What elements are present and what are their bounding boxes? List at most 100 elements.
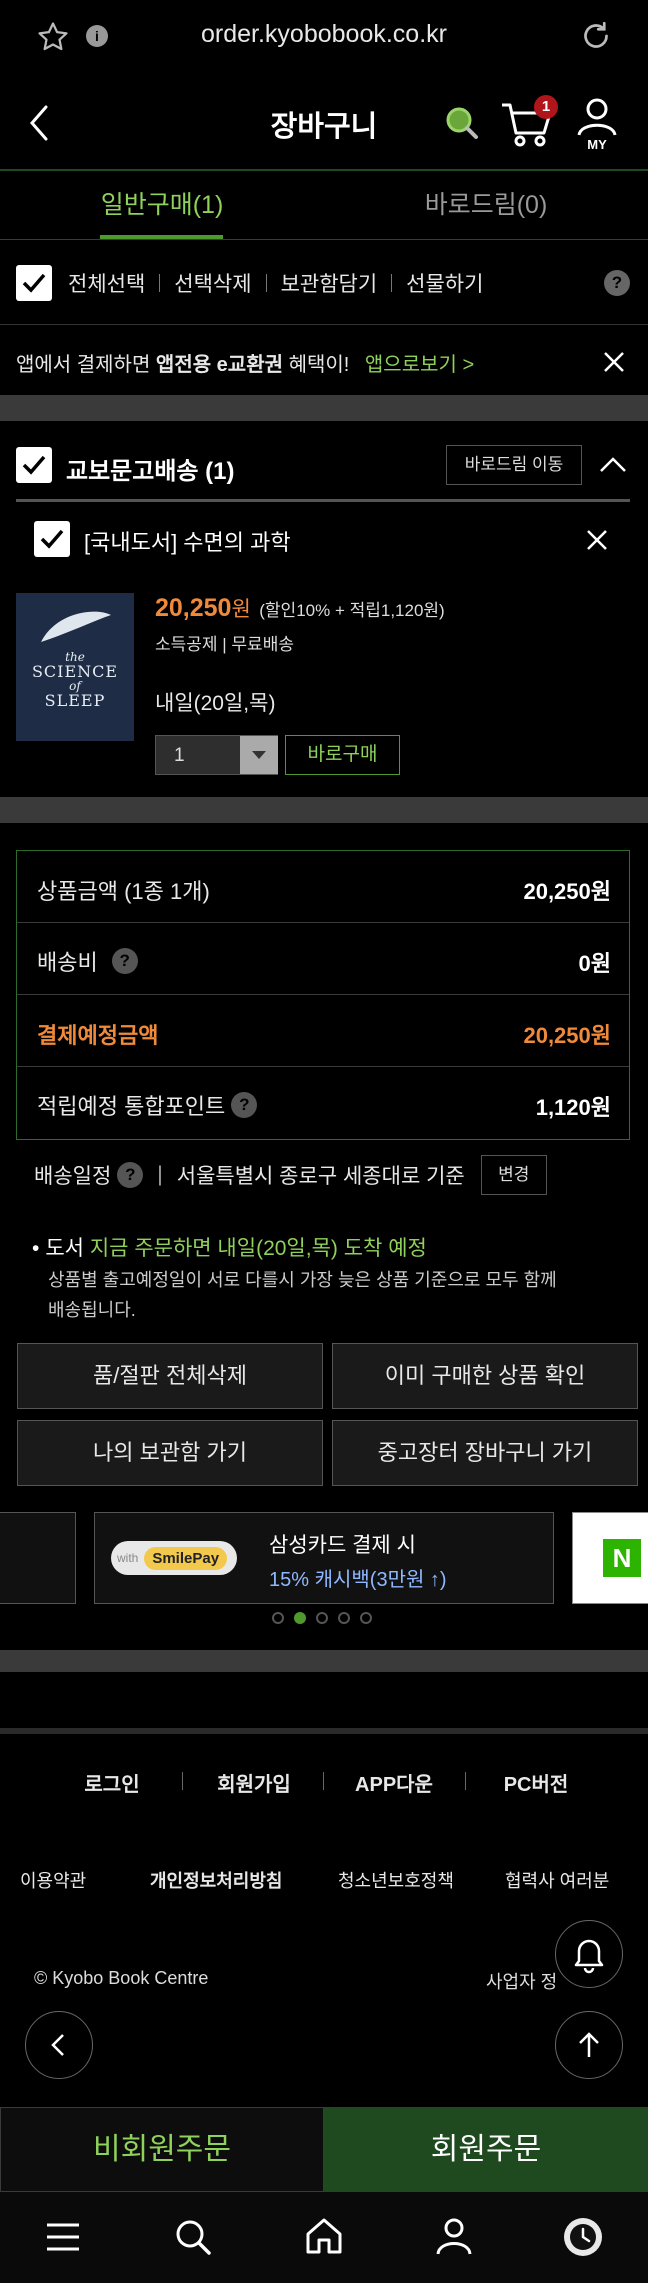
item-title[interactable]: [국내도서] 수면의 과학	[84, 525, 291, 557]
delivery-notice: • 도서 지금 주문하면 내일(20일,목) 도착 예정	[32, 1237, 427, 1260]
footer-signup-link[interactable]: 회원가입	[204, 1768, 304, 1797]
carousel-dots	[272, 1612, 372, 1624]
check-purchased-button[interactable]: 이미 구매한 상품 확인	[332, 1343, 638, 1409]
group-checkbox[interactable]	[16, 447, 52, 483]
change-location-button[interactable]: 변경	[480, 1155, 547, 1195]
move-to-baro-button[interactable]: 바로드림 이동	[446, 445, 582, 485]
gift-button[interactable]: 선물하기	[406, 268, 483, 298]
app-banner-bold: 앱전용 e교환권	[155, 354, 284, 376]
guest-order-button[interactable]: 비회원주문	[0, 2107, 324, 2192]
divider	[182, 1772, 183, 1790]
cover-line: SCIENCE	[31, 661, 119, 681]
reload-icon[interactable]	[578, 18, 614, 54]
tab-baro-dream[interactable]: 바로드림(0)	[324, 172, 648, 240]
promo-banner[interactable]: with SmilePay 삼성카드 결제 시 15% 캐시백(3만원 ↑)	[94, 1512, 554, 1604]
select-all-checkbox[interactable]	[16, 265, 52, 301]
save-to-box-button[interactable]: 보관함담기	[281, 268, 378, 298]
delivery-date: 내일(20일,목)	[155, 692, 276, 715]
toolbar-help-icon[interactable]: ?	[604, 270, 630, 296]
notice-detail-line: 상품별 출고예정일이 서로 다를시 가장 늦은 상품 기준으로 모두 함께	[48, 1270, 557, 1290]
collapse-icon[interactable]	[598, 453, 628, 477]
carousel-dot[interactable]	[316, 1612, 328, 1624]
summary-value: 20,250원	[523, 879, 611, 904]
user-icon[interactable]	[434, 2216, 474, 2256]
open-in-app-link[interactable]: 앱으로보기 >	[365, 354, 474, 376]
section-divider	[0, 797, 648, 823]
footer-partners-link[interactable]: 협력사 여러분	[505, 1867, 609, 1893]
go-to-my-box-button[interactable]: 나의 보관함 가기	[17, 1420, 323, 1486]
carousel-dot[interactable]	[338, 1612, 350, 1624]
quantity-select[interactable]: 1	[155, 735, 278, 775]
my-page-icon[interactable]: MY	[574, 97, 620, 153]
site-footer: 로그인 회원가입 APP다운 PC버전 이용약관 개인정보처리방침 청소년보호정…	[0, 1728, 648, 2108]
promo-slide-prev[interactable]	[0, 1512, 76, 1604]
summary-label: 배송비	[37, 950, 98, 975]
carousel-dot[interactable]	[360, 1612, 372, 1624]
browser-bar: i order.kyobobook.co.kr	[0, 0, 648, 75]
footer-privacy-link[interactable]: 개인정보처리방침	[150, 1867, 282, 1893]
url-text[interactable]: order.kyobobook.co.kr	[0, 20, 648, 49]
nav-search-icon[interactable]	[174, 2218, 212, 2256]
promo-subtitle: 15% 캐시백(3만원 ↑)	[269, 1569, 447, 1591]
app-banner-suffix: 혜택이!	[283, 354, 350, 376]
carousel-dot-active[interactable]	[294, 1612, 306, 1624]
order-summary: 상품금액 (1종 1개) 20,250원 배송비 ? 0원 결제예정금액 20,…	[16, 850, 630, 1140]
shipping-help-icon[interactable]: ?	[111, 948, 138, 974]
footer-login-link[interactable]: 로그인	[62, 1768, 162, 1797]
footer-terms-link[interactable]: 이용약관	[20, 1867, 86, 1893]
cart-item: [국내도서] 수면의 과학 the SCIENCE of SLEEP 20,25…	[0, 503, 648, 795]
tab-general-purchase[interactable]: 일반구매(1)	[0, 172, 324, 240]
remove-item-icon[interactable]	[586, 529, 608, 551]
summary-row: 적립예정 통합포인트 ? 1,120원	[17, 1067, 629, 1139]
history-back-button[interactable]	[25, 2011, 93, 2079]
cart-toolbar: 전체선택 선택삭제 보관함담기 선물하기 ?	[0, 241, 648, 325]
points-help-icon[interactable]: ?	[231, 1092, 258, 1118]
home-icon[interactable]	[304, 2216, 344, 2256]
active-tab-indicator	[100, 235, 223, 239]
footer-youth-link[interactable]: 청소년보호정책	[338, 1867, 454, 1893]
app-header: 장바구니 1 MY	[0, 75, 648, 171]
item-checkbox[interactable]	[34, 521, 70, 557]
recent-history-icon[interactable]	[564, 2218, 602, 2256]
member-order-button[interactable]: 회원주문	[324, 2107, 648, 2192]
business-info-link[interactable]: 사업자 정	[486, 1968, 557, 1994]
select-all-label[interactable]: 전체선택	[68, 268, 145, 298]
menu-icon[interactable]	[44, 2220, 82, 2254]
carousel-dot[interactable]	[272, 1612, 284, 1624]
search-icon[interactable]	[442, 103, 482, 143]
buy-now-button[interactable]: 바로구매	[285, 735, 400, 775]
summary-row: 배송비 ? 0원	[17, 923, 629, 995]
feather-icon	[41, 611, 111, 642]
scroll-top-button[interactable]	[555, 2011, 623, 2079]
promo-brand: SmilePay	[144, 1546, 228, 1570]
summary-label: 결제예정금액	[37, 1023, 159, 1048]
promo-side-badge: N	[603, 1539, 641, 1577]
chevron-left-icon	[51, 2034, 64, 2056]
quantity-dropdown[interactable]	[240, 736, 278, 774]
notice-detail-line: 배송됩니다.	[48, 1300, 136, 1320]
summary-label: 적립예정 통합포인트	[37, 1094, 226, 1119]
footer-pc-version-link[interactable]: PC버전	[486, 1768, 586, 1797]
cart-count-badge: 1	[534, 95, 558, 119]
notice-highlight: 지금 주문하면 내일(20일,목) 도착 예정	[89, 1237, 427, 1260]
schedule-help-icon[interactable]: ?	[117, 1162, 144, 1188]
promo-slide-next[interactable]: N	[572, 1512, 648, 1604]
used-market-cart-button[interactable]: 중고장터 장바구니 가기	[332, 1420, 638, 1486]
chevron-down-icon	[252, 751, 266, 759]
schedule-location: 서울특별시 종로구 세종대로 기준	[176, 1165, 465, 1188]
section-divider	[0, 1650, 648, 1672]
close-icon[interactable]	[602, 350, 626, 374]
quantity-value: 1	[174, 745, 185, 766]
bell-icon	[574, 1939, 604, 1974]
book-cover[interactable]: the SCIENCE of SLEEP	[16, 593, 134, 741]
delivery-group-header: 교보문고배송 (1) 바로드림 이동	[0, 421, 648, 502]
notification-button[interactable]	[555, 1920, 623, 1988]
summary-row: 상품금액 (1종 1개) 20,250원	[17, 851, 629, 923]
purchase-tabs: 일반구매(1) 바로드림(0)	[0, 172, 648, 240]
delete-selected-button[interactable]: 선택삭제	[174, 268, 251, 298]
divider	[265, 274, 267, 292]
promo-title: 삼성카드 결제 시	[269, 1534, 416, 1557]
promo-with: with	[117, 1551, 139, 1565]
footer-app-download-link[interactable]: APP다운	[344, 1768, 444, 1797]
delete-soldout-button[interactable]: 품/절판 전체삭제	[17, 1343, 323, 1409]
